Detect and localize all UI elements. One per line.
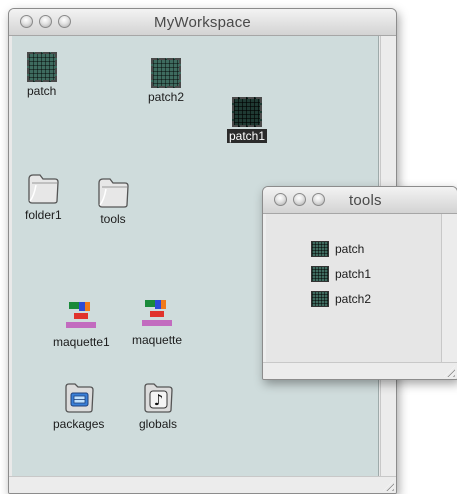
workspace-item-patch2[interactable]: patch2: [146, 58, 186, 104]
main-titlebar[interactable]: MyWorkspace: [9, 9, 396, 36]
tools-item-patch[interactable]: patch: [311, 241, 364, 257]
patch-icon: [26, 52, 57, 82]
tools-list[interactable]: patch patch1 patch2: [266, 214, 443, 363]
workspace-item-patch1[interactable]: patch1: [227, 97, 268, 143]
horizontal-scrollbar[interactable]: [9, 476, 396, 493]
window-title: tools: [349, 192, 382, 209]
minimize-button[interactable]: [293, 193, 306, 206]
folder-icon: [28, 174, 59, 204]
tools-titlebar[interactable]: tools: [263, 187, 457, 214]
vertical-scrollbar[interactable]: [441, 214, 457, 362]
patch-icon: [311, 291, 329, 307]
workspace-item-packages[interactable]: packages: [51, 381, 106, 431]
item-label: tools: [100, 212, 126, 226]
item-label: maquette1: [53, 335, 110, 349]
window-title: MyWorkspace: [154, 14, 251, 31]
svg-text:♪: ♪: [154, 391, 164, 409]
item-label: folder1: [25, 208, 62, 222]
workspace-item-maquette1[interactable]: maquette1: [51, 299, 112, 349]
tools-item-label: patch1: [335, 267, 372, 281]
close-button[interactable]: [274, 193, 287, 206]
tools-item-patch1[interactable]: patch1: [311, 266, 371, 282]
patch-icon: [311, 266, 329, 282]
folder-icon: [98, 178, 129, 208]
item-label: patch: [27, 84, 57, 98]
item-label: globals: [139, 417, 178, 431]
item-label: maquette: [132, 333, 183, 347]
resize-grip-icon[interactable]: [444, 366, 455, 377]
packages-icon: [65, 383, 94, 413]
workspace-item-maquette[interactable]: maquette: [130, 297, 184, 347]
resize-grip-icon[interactable]: [383, 480, 394, 491]
workspace-item-folder1[interactable]: folder1: [23, 170, 64, 222]
tools-item-label: patch2: [335, 292, 372, 306]
horizontal-scrollbar[interactable]: [263, 362, 457, 379]
tools-item-label: patch: [335, 242, 365, 256]
maquette-icon: [66, 302, 97, 328]
zoom-button[interactable]: [312, 193, 325, 206]
item-label-selected: patch1: [227, 129, 268, 143]
workspace-item-globals[interactable]: ♪ globals: [137, 381, 179, 431]
patch-icon: [311, 241, 329, 257]
maquette-icon: [142, 300, 173, 326]
workspace-item-tools[interactable]: tools: [94, 174, 132, 226]
patch-icon: [232, 97, 263, 127]
tools-item-patch2[interactable]: patch2: [311, 291, 371, 307]
workspace-item-patch[interactable]: patch: [25, 52, 58, 98]
window-controls: [274, 193, 325, 206]
tools-window: tools patch patch1 patch2: [262, 186, 457, 380]
item-label: patch2: [148, 90, 185, 104]
globals-icon: ♪: [144, 383, 173, 413]
item-label: packages: [53, 417, 105, 431]
patch-icon: [151, 58, 182, 88]
